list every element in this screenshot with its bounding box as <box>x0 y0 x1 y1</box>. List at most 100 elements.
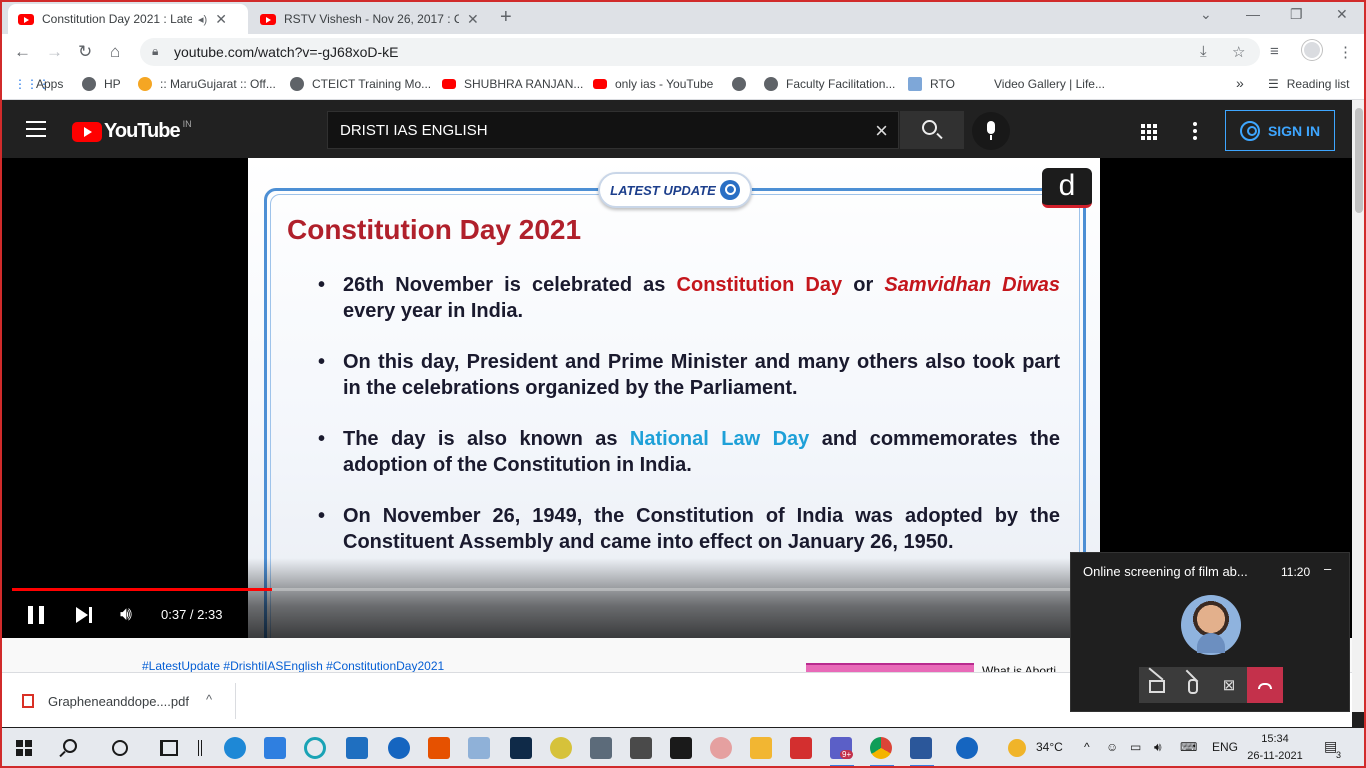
edge-icon[interactable] <box>224 737 246 759</box>
restore-icon[interactable]: ❐ <box>1290 6 1303 23</box>
sign-in-button[interactable]: SIGN IN <box>1225 110 1335 151</box>
forward-icon[interactable]: → <box>46 42 63 62</box>
speaker-icon[interactable]: ◂) <box>198 13 207 26</box>
hp-icon[interactable] <box>388 737 410 759</box>
active-underline <box>910 765 934 767</box>
cortana-icon[interactable] <box>112 740 128 756</box>
bookmark-apps[interactable]: ⋮⋮⋮ Apps <box>14 77 63 91</box>
weather-temp[interactable]: 34°C <box>1036 740 1063 754</box>
home-icon[interactable]: ⌂ <box>110 42 120 62</box>
network-app-icon[interactable] <box>590 737 612 759</box>
end-call-button[interactable] <box>1247 667 1283 703</box>
page-scrollbar[interactable] <box>1352 100 1366 712</box>
magnifier-icon <box>719 180 740 200</box>
bookmark-globe[interactable] <box>732 77 754 91</box>
acrobat-icon[interactable] <box>790 737 812 759</box>
profile-avatar[interactable] <box>1302 40 1322 60</box>
feedback-icon[interactable] <box>550 737 572 759</box>
prime-video-icon[interactable] <box>510 737 532 759</box>
minimize-call-icon[interactable]: – <box>1324 561 1331 576</box>
language-indicator[interactable]: ENG <box>1212 740 1238 754</box>
url-text[interactable]: youtube.com/watch?v=-gJ68xoD-kE <box>174 44 399 60</box>
bookmark-only-ias[interactable]: only ias - YouTube <box>593 77 713 91</box>
chevron-up-icon[interactable]: ^ <box>206 692 212 707</box>
close-tab-icon[interactable]: ✕ <box>467 11 479 28</box>
next-button[interactable] <box>76 606 94 624</box>
file-explorer-icon[interactable] <box>750 737 772 759</box>
reload-icon[interactable]: ↻ <box>78 42 92 62</box>
more-bookmarks-icon[interactable]: » <box>1236 75 1244 91</box>
help-icon[interactable] <box>956 737 978 759</box>
device-app-icon[interactable] <box>630 737 652 759</box>
share-screen-button[interactable] <box>1211 667 1247 703</box>
mic-off-button[interactable] <box>1175 667 1211 703</box>
tab-rstv-vishesh[interactable]: RSTV Vishesh - Nov 26, 2017 : Co ✕ <box>250 4 490 34</box>
clock[interactable]: 15:34 26-11-2021 <box>1246 731 1304 765</box>
taskbar-search-icon[interactable] <box>63 739 77 753</box>
bullet-item: On November 26, 1949, the Constitution o… <box>318 503 1060 555</box>
windows-start-icon[interactable] <box>16 740 32 756</box>
bookmark-star-icon[interactable]: ☆ <box>1232 43 1245 61</box>
snip-icon[interactable] <box>468 737 490 759</box>
keyboard-icon[interactable]: ⌨ <box>1180 740 1197 754</box>
weather-icon[interactable] <box>1008 739 1026 757</box>
new-tab-icon[interactable]: + <box>500 6 512 29</box>
bookmark-hp[interactable]: HP <box>82 77 121 91</box>
settings-menu-icon[interactable] <box>1193 122 1197 143</box>
clear-search-icon[interactable]: × <box>875 118 888 144</box>
address-bar[interactable]: 🔒︎ youtube.com/watch?v=-gJ68xoD-kE <box>140 38 1260 66</box>
next-video-thumbnail[interactable] <box>806 663 974 672</box>
youtube-apps-icon[interactable] <box>1141 124 1157 140</box>
bookmark-marugujarat[interactable]: :: MaruGujarat :: Off... <box>138 77 276 91</box>
task-view-icon[interactable] <box>160 740 178 756</box>
camera-off-button[interactable] <box>1139 667 1175 703</box>
tab-constitution-day[interactable]: Constitution Day 2021 : Late ◂) ✕ <box>8 4 248 34</box>
chrome-icon[interactable] <box>870 737 892 759</box>
tab-search-icon[interactable]: ⌄ <box>1200 6 1212 23</box>
minimize-icon[interactable]: — <box>1246 6 1260 22</box>
scrollbar-thumb[interactable] <box>1355 108 1363 213</box>
voice-search-icon[interactable] <box>972 112 1010 150</box>
b1-icon[interactable] <box>428 737 450 759</box>
network-icon[interactable]: ▭ <box>1130 740 1141 754</box>
download-item[interactable]: Grapheneanddope....pdf ^ <box>10 683 236 719</box>
globe-app-icon[interactable] <box>710 737 732 759</box>
drishti-logo: d <box>1042 168 1092 208</box>
volume-icon[interactable]: 🔊︎ <box>120 604 132 626</box>
close-tab-icon[interactable]: ✕ <box>215 11 227 28</box>
bookmark-shubhra[interactable]: SHUBHRA RANJAN... <box>442 77 583 91</box>
bookmark-rto[interactable]: RTO <box>908 77 955 91</box>
hashtags-link[interactable]: #LatestUpdate #DrishtiIASEnglish #Consti… <box>142 659 444 673</box>
install-icon[interactable]: ⤓ <box>1200 43 1207 60</box>
chrome-menu-icon[interactable]: ⋮ <box>1338 43 1353 61</box>
bookmark-video-gallery[interactable]: Video Gallery | Life... <box>994 77 1105 91</box>
dropbox-icon[interactable] <box>264 737 286 759</box>
badge-text: LATEST UPDATE <box>610 182 716 198</box>
menu-icon[interactable] <box>26 121 46 142</box>
pause-button[interactable] <box>28 606 46 624</box>
person-icon[interactable]: ☺ <box>1106 740 1118 754</box>
mic-off-icon <box>1188 667 1198 703</box>
runner-app-icon[interactable] <box>670 737 692 759</box>
close-window-icon[interactable]: ✕ <box>1336 6 1348 23</box>
bookmark-faculty[interactable]: Faculty Facilitation... <box>764 77 895 91</box>
mail-icon[interactable] <box>346 737 368 759</box>
teams-badge: 9+ <box>840 750 854 759</box>
youtube-favicon-icon <box>260 13 276 25</box>
infinity-app-icon[interactable] <box>304 737 326 759</box>
media-control-icon[interactable]: ≡ <box>1270 43 1279 60</box>
search-query-text[interactable]: DRISTI IAS ENGLISH <box>340 122 488 139</box>
youtube-logo[interactable]: YouTube IN <box>72 119 192 143</box>
search-button[interactable] <box>900 111 964 149</box>
youtube-icon <box>593 79 607 89</box>
volume-tray-icon[interactable]: 🔊︎ <box>1154 740 1162 755</box>
reading-list[interactable]: ☰ Reading list <box>1268 77 1349 91</box>
back-icon[interactable]: ← <box>14 42 31 62</box>
chevron-up-icon[interactable]: ^ <box>1084 740 1090 754</box>
progress-bar[interactable] <box>12 588 1072 591</box>
search-input[interactable]: DRISTI IAS ENGLISH × <box>327 111 899 149</box>
taskbar: 9+ 34°C ^ ☺ ▭ 🔊︎ ⌨ ENG 15:34 26-11-2021 … <box>0 728 1366 768</box>
bookmark-cteict[interactable]: CTEICT Training Mo... <box>290 77 431 91</box>
word-icon[interactable] <box>910 737 932 759</box>
globe-icon <box>764 77 778 91</box>
